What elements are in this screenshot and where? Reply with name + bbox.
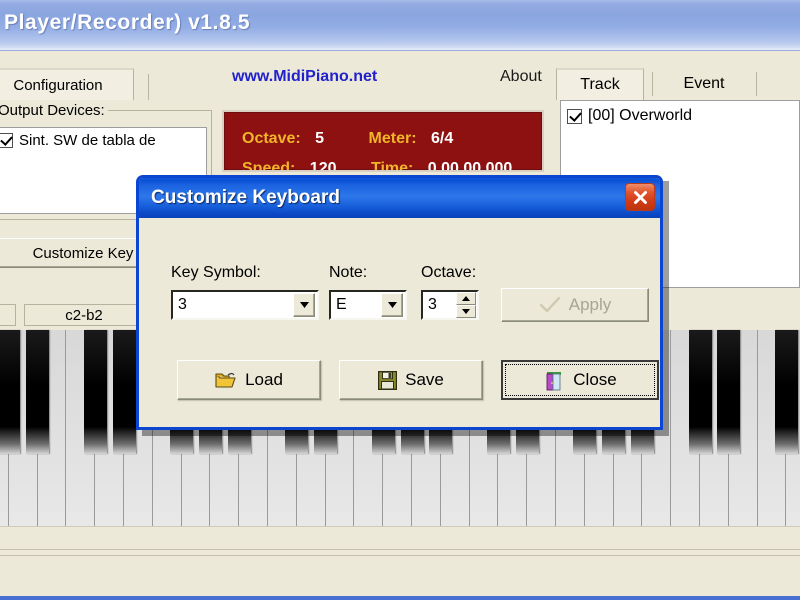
customize-keyboard-button-label: Customize Key — [32, 244, 134, 262]
key-symbol-combobox[interactable]: 3 — [171, 290, 319, 320]
close-icon[interactable] — [625, 183, 655, 211]
piano-base-panel — [0, 526, 800, 596]
piano-black-key[interactable] — [717, 330, 741, 454]
main-window-title: Player/Recorder) v1.8.5 — [4, 11, 251, 34]
key-range-label-c2b2: c2-b2 — [24, 304, 144, 326]
octave-label: Octave: — [421, 264, 477, 281]
list-item[interactable]: Sint. SW de tabla de — [0, 128, 206, 153]
lcd-meter-label: Meter: — [368, 130, 417, 147]
tab-track[interactable]: Track — [556, 68, 644, 100]
load-button[interactable]: Load — [177, 360, 321, 400]
output-device-label: Sint. SW de tabla de — [19, 132, 156, 149]
key-range-label-partial — [0, 304, 16, 326]
screen-root: Player/Recorder) v1.8.5 Configuration ww… — [0, 0, 800, 600]
key-range-label-c2b2-text: c2-b2 — [65, 306, 103, 324]
chevron-down-icon[interactable] — [293, 293, 315, 317]
lcd-speed-value: 120 — [309, 160, 337, 172]
panel-divider-2 — [0, 555, 800, 556]
lcd-octave-label: Octave: — [242, 130, 301, 147]
dialog-title-bar[interactable]: Customize Keyboard — [139, 178, 660, 218]
octave-value: 3 — [428, 296, 437, 313]
piano-black-key[interactable] — [26, 330, 50, 454]
key-symbol-value: 3 — [178, 296, 187, 313]
tab-configuration[interactable]: Configuration — [0, 68, 134, 100]
piano-black-key[interactable] — [83, 330, 107, 454]
floppy-disk-icon — [378, 370, 398, 390]
piano-black-key[interactable] — [688, 330, 712, 454]
close-button-label: Close — [573, 370, 617, 389]
save-button[interactable]: Save — [339, 360, 483, 400]
lcd-time-value: 0.00.00.000 — [427, 160, 513, 172]
lcd-meter-value: 6/4 — [430, 130, 454, 147]
customize-keyboard-dialog: Customize Keyboard Key Symbol: Note: Oct… — [136, 175, 663, 430]
checkbox-icon[interactable] — [567, 108, 582, 124]
dialog-title: Customize Keyboard — [151, 187, 340, 208]
right-tab-separator — [652, 72, 653, 96]
key-symbol-label: Key Symbol: — [171, 264, 261, 281]
save-button-label: Save — [405, 370, 444, 389]
piano-black-key[interactable] — [112, 330, 136, 454]
note-combobox[interactable]: E — [329, 290, 407, 320]
dialog-body: Key Symbol: Note: Octave: 3 E 3 Apply Lo… — [139, 218, 660, 427]
main-title-bar[interactable]: Player/Recorder) v1.8.5 — [0, 0, 800, 51]
apply-button[interactable]: Apply — [501, 288, 649, 322]
note-label: Note: — [329, 264, 368, 281]
track-item-label: [00] Overworld — [588, 107, 693, 124]
table-row[interactable]: [00] Overworld — [561, 101, 799, 131]
lcd-octave-value: 5 — [315, 130, 325, 147]
lcd-row-speed-time: Speed: 120 Time: 0.00.00.000 — [242, 160, 513, 172]
piano-black-key[interactable] — [0, 330, 21, 454]
lcd-row-octave-meter: Octave: 5 Meter: 6/4 — [242, 130, 453, 148]
tab-event-label: Event — [683, 75, 725, 92]
tab-event[interactable]: Event — [660, 68, 748, 100]
note-value: E — [336, 296, 347, 313]
checkmark-icon — [539, 296, 561, 314]
close-button[interactable]: Close — [501, 360, 659, 400]
octave-spin-buttons[interactable] — [456, 292, 476, 318]
open-folder-icon — [215, 371, 237, 389]
exit-door-icon — [543, 369, 565, 391]
midipiano-website-link[interactable]: www.MidiPiano.net — [232, 68, 377, 86]
status-lcd-display: Octave: 5 Meter: 6/4 Speed: 120 Time: 0.… — [222, 110, 544, 172]
tab-configuration-label: Configuration — [13, 76, 103, 94]
apply-button-label: Apply — [568, 295, 612, 314]
output-devices-group-title: Output Devices: — [0, 102, 108, 119]
tab-track-label: Track — [580, 76, 620, 93]
load-button-label: Load — [245, 370, 283, 389]
lcd-time-label: Time: — [370, 160, 414, 172]
panel-divider — [0, 549, 800, 550]
chevron-up-icon[interactable] — [456, 292, 476, 305]
right-tab-separator-2 — [756, 72, 757, 96]
piano-black-key[interactable] — [774, 330, 798, 454]
tab-separator — [148, 74, 149, 100]
octave-stepper[interactable]: 3 — [421, 290, 479, 320]
checkbox-icon[interactable] — [0, 133, 13, 148]
lcd-speed-label: Speed: — [242, 160, 296, 172]
chevron-down-icon[interactable] — [381, 293, 403, 317]
chevron-down-icon[interactable] — [456, 305, 476, 318]
about-link[interactable]: About — [500, 68, 542, 86]
